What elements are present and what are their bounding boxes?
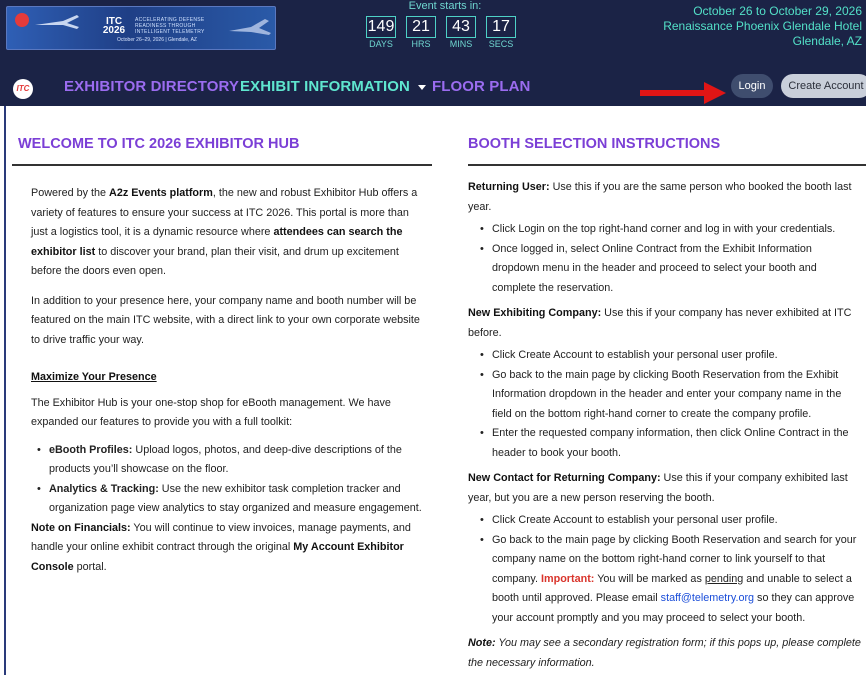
red-arrow-icon	[640, 82, 726, 104]
event-banner[interactable]: ITC 2026 ACCELERATING DEFENSE READINESS …	[6, 6, 276, 50]
site-header: ITC 2026 ACCELERATING DEFENSE READINESS …	[0, 0, 866, 106]
welcome-paragraph-1: Powered by the A2z Events platform, the …	[31, 187, 418, 277]
page-left-border	[4, 106, 6, 675]
booth-instructions-section: BOOTH SELECTION INSTRUCTIONS Returning U…	[468, 106, 866, 673]
important-label: Important:	[541, 572, 595, 585]
list-item: Go back to the main page by clicking Boo…	[480, 366, 862, 425]
list-item: Click Login on the top right-hand corner…	[480, 220, 862, 240]
list-item: Click Create Account to establish your p…	[480, 511, 862, 531]
list-item: Enter the requested company information,…	[480, 424, 862, 463]
countdown-minutes-unit: MINS	[449, 39, 473, 49]
event-info: October 26 to October 29, 2026 Renaissan…	[663, 4, 862, 49]
event-city: Glendale, AZ	[792, 34, 862, 48]
returning-user-intro: Returning User: Use this if you are the …	[468, 181, 852, 213]
list-item: Once logged in, select Online Contract f…	[480, 240, 862, 299]
nav-exhibit-information-label: EXHIBIT INFORMATION	[240, 78, 410, 95]
banner-title: ITC 2026	[102, 16, 126, 36]
welcome-title: WELCOME TO ITC 2026 EXHIBITOR HUB	[18, 136, 300, 152]
countdown-hours-unit: HRS	[411, 39, 431, 49]
countdown-seconds-unit: SECS	[488, 39, 514, 49]
countdown-timer: Event starts in: 149 DAYS 21 HRS 43 MINS…	[360, 0, 530, 50]
new-company-steps: Click Create Account to establish your p…	[468, 346, 862, 463]
feature-list: eBooth Profiles: Upload logos, photos, a…	[31, 441, 426, 519]
nav-exhibitor-directory[interactable]: EXHIBITOR DIRECTORY	[64, 78, 239, 95]
countdown-minutes-value: 43	[446, 16, 476, 38]
nav-exhibit-information[interactable]: EXHIBIT INFORMATION	[240, 78, 426, 95]
returning-user-steps: Click Login on the top right-hand corner…	[468, 220, 862, 298]
event-venue: Renaissance Phoenix Glendale Hotel	[663, 19, 862, 33]
itc-logo-icon	[15, 13, 29, 27]
welcome-section: WELCOME TO ITC 2026 EXHIBITOR HUB Powere…	[12, 106, 432, 577]
countdown-days-value: 149	[366, 16, 396, 38]
countdown-seconds-value: 17	[486, 16, 516, 38]
financials-note: Note on Financials: You will continue to…	[31, 521, 411, 573]
caret-down-icon	[417, 84, 426, 90]
aircraft-icon	[35, 15, 79, 29]
list-item: eBooth Profiles: Upload logos, photos, a…	[37, 441, 426, 480]
itc-nav-logo[interactable]: ITC	[13, 79, 33, 99]
countdown-days-unit: DAYS	[369, 39, 393, 49]
welcome-paragraph-3: The Exhibitor Hub is your one-stop shop …	[31, 396, 391, 429]
create-account-button[interactable]: Create Account	[781, 74, 866, 98]
login-button[interactable]: Login	[731, 74, 773, 98]
countdown-label: Event starts in:	[408, 0, 482, 12]
list-item: Analytics & Tracking: Use the new exhibi…	[37, 480, 426, 519]
staff-email-link[interactable]: staff@telemetry.org	[661, 592, 754, 604]
welcome-divider	[12, 164, 432, 166]
booth-instructions-title: BOOTH SELECTION INSTRUCTIONS	[468, 136, 721, 152]
pending-text: pending	[704, 572, 744, 585]
list-item: Go back to the main page by clicking Boo…	[480, 531, 862, 629]
event-dates: October 26 to October 29, 2026	[693, 4, 862, 18]
welcome-paragraph-2: In addition to your presence here, your …	[31, 294, 420, 346]
booth-instructions-divider	[468, 164, 866, 166]
new-contact-steps: Click Create Account to establish your p…	[468, 511, 862, 628]
new-contact-intro: New Contact for Returning Company: Use t…	[468, 472, 848, 504]
new-company-intro: New Exhibiting Company: Use this if your…	[468, 307, 852, 339]
nav-floor-plan[interactable]: FLOOR PLAN	[432, 78, 531, 95]
secondary-form-note: Note: You may see a secondary registrati…	[468, 637, 861, 669]
nav-logo-text: ITC	[16, 84, 30, 93]
list-item: Click Create Account to establish your p…	[480, 346, 862, 366]
maximize-heading: Maximize Your Presence	[31, 371, 157, 383]
countdown-hours-value: 21	[406, 16, 436, 38]
banner-dates: October 26–29, 2026 | Glendale, AZ	[117, 37, 197, 43]
jet-icon	[229, 19, 271, 35]
banner-tagline: ACCELERATING DEFENSE READINESS THROUGH I…	[135, 17, 205, 35]
